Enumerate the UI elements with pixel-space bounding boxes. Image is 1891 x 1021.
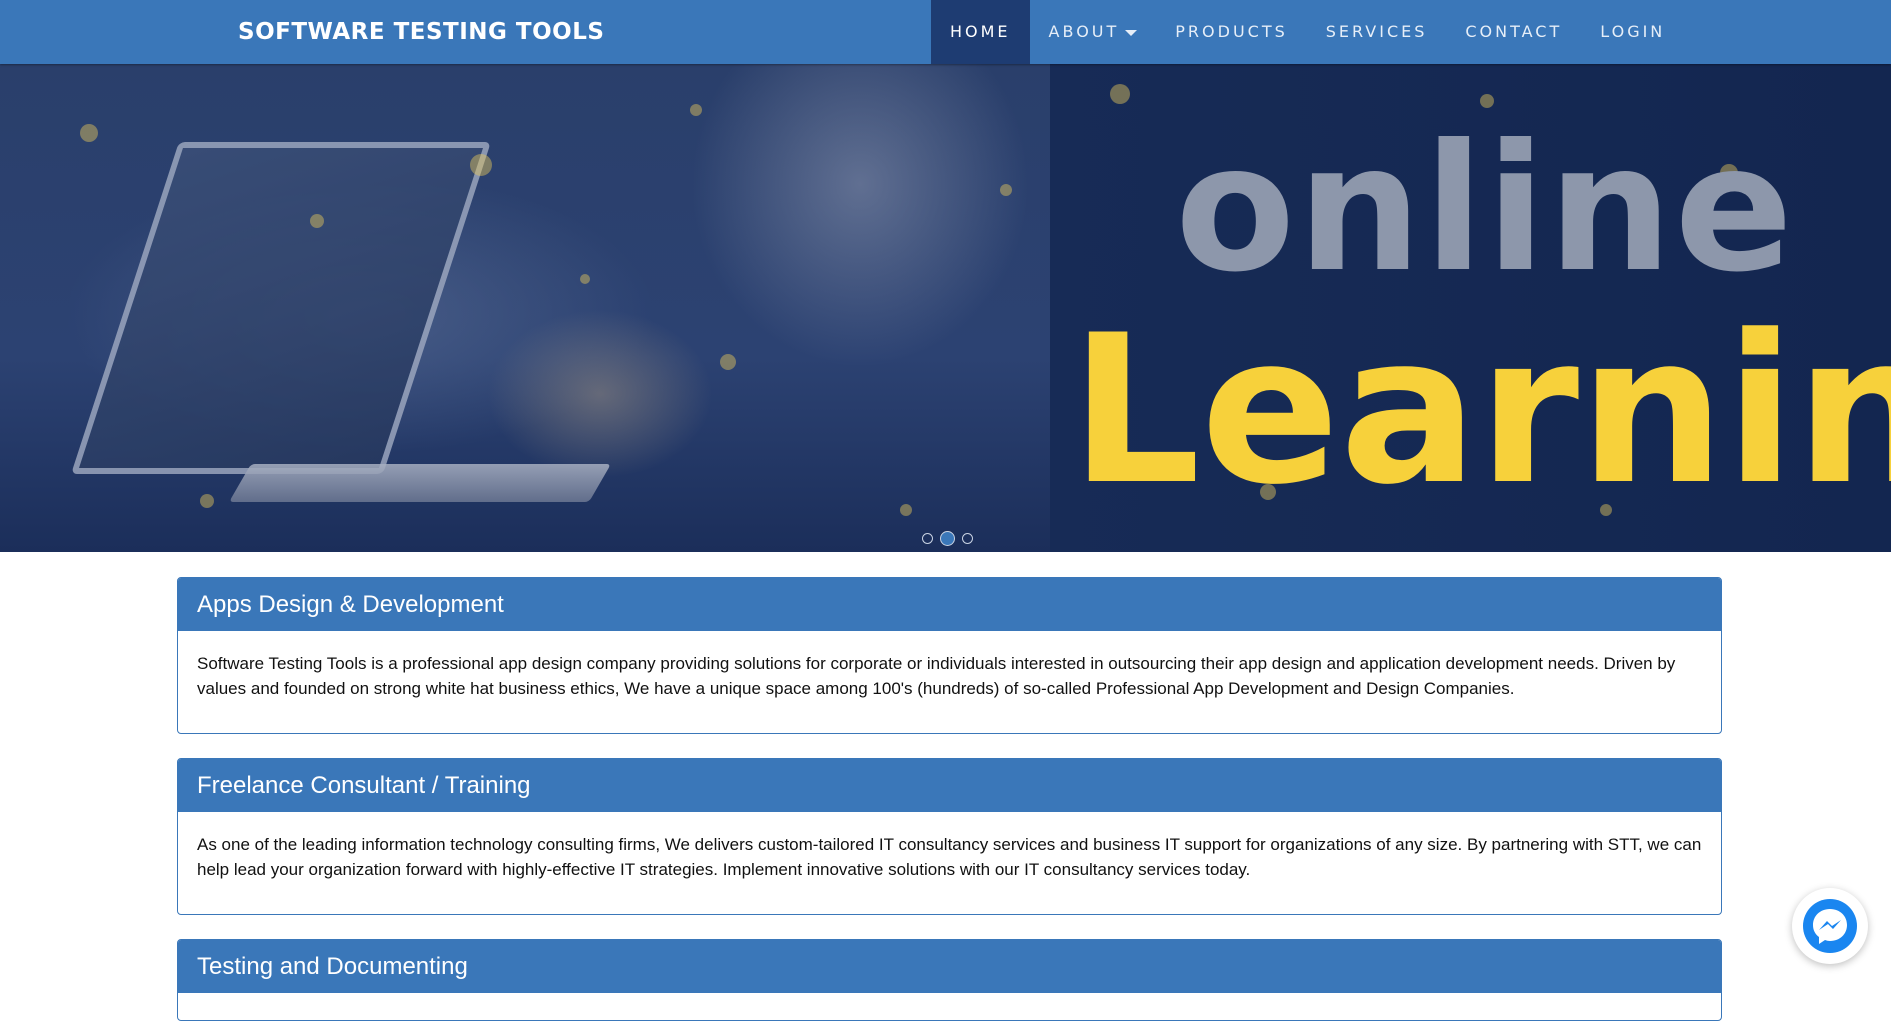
nav-about-label: ABOUT [1048,22,1120,41]
nav-home[interactable]: HOME [931,0,1030,64]
panel-title: Apps Design & Development [178,578,1721,631]
panel-title: Freelance Consultant / Training [178,759,1721,812]
messenger-icon [1803,899,1857,953]
carousel-dot-1[interactable] [922,533,933,544]
top-navbar: SOFTWARE TESTING TOOLS HOME ABOUT PRODUC… [0,0,1891,64]
panel-freelance-consultant: Freelance Consultant / Training As one o… [177,758,1722,915]
nav-login-label: LOGIN [1600,22,1666,41]
hero-photo-person-laptop [0,64,1050,552]
carousel-indicators [922,531,973,546]
laptop-screen [71,142,491,474]
nav-services[interactable]: SERVICES [1307,0,1447,64]
nav-services-label: SERVICES [1325,22,1428,41]
panel-apps-design: Apps Design & Development Software Testi… [177,577,1722,734]
nav-products[interactable]: PRODUCTS [1156,0,1307,64]
panel-body [178,993,1721,1013]
nav-home-label: HOME [950,22,1011,41]
nav-products-label: PRODUCTS [1175,22,1288,41]
panel-title: Testing and Documenting [178,940,1721,993]
laptop-keyboard [229,464,611,502]
panel-body: Software Testing Tools is a professional… [197,654,1676,698]
panel-testing-documenting: Testing and Documenting [177,939,1722,1021]
carousel-dot-2[interactable] [940,531,955,546]
nav-login[interactable]: LOGIN [1581,0,1684,64]
caret-down-icon [1125,29,1138,36]
hero-word-online: online [1175,108,1796,311]
hero-carousel[interactable]: online Learning [0,64,1891,552]
nav-contact[interactable]: CONTACT [1446,0,1581,64]
nav-about-dropdown[interactable]: ABOUT [1030,0,1157,64]
main-nav: HOME ABOUT PRODUCTS SERVICES CONTACT LOG… [931,0,1684,64]
panel-body: As one of the leading information techno… [197,835,1702,879]
nav-contact-label: CONTACT [1465,22,1563,41]
brand-logo-link[interactable]: SOFTWARE TESTING TOOLS [238,0,604,64]
hero-word-learning: Learning [1070,292,1891,530]
messenger-chat-button[interactable] [1792,888,1868,964]
carousel-dot-3[interactable] [962,533,973,544]
